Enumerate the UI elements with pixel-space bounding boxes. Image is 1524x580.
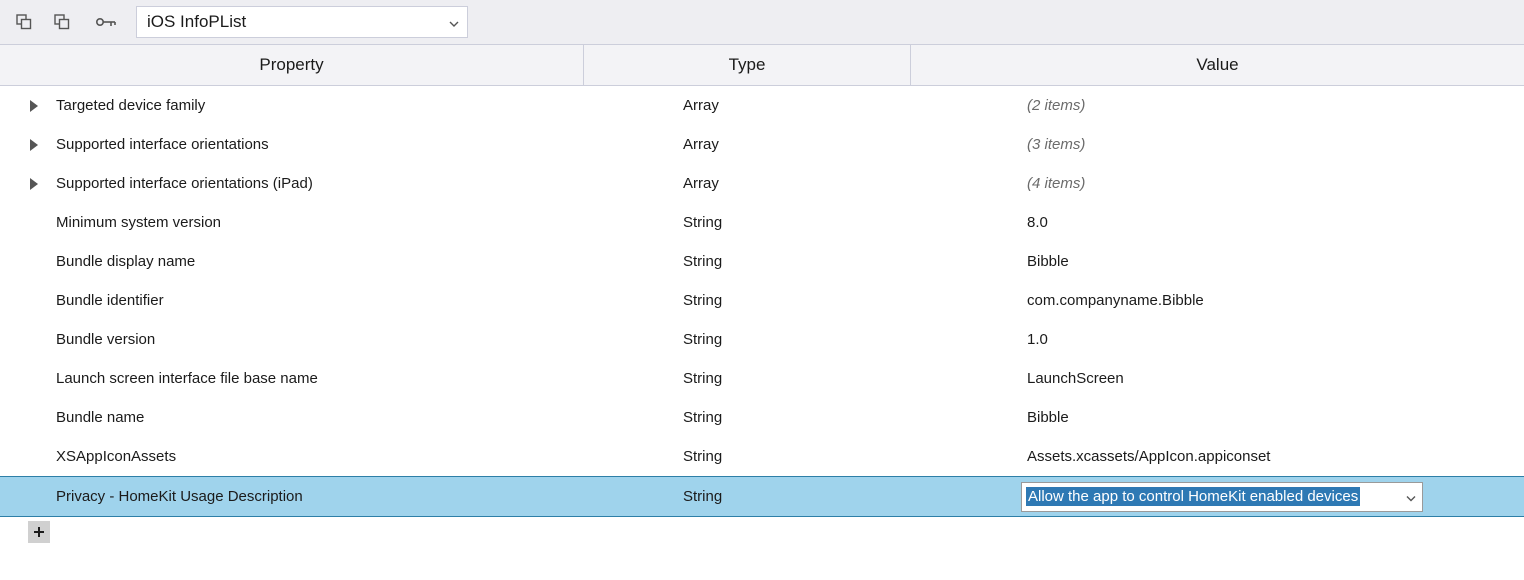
property-label: Launch screen interface file base name: [56, 370, 318, 387]
type-label: String: [683, 370, 722, 387]
property-cell[interactable]: XSAppIconAssets: [0, 437, 639, 476]
value-label: 1.0: [1027, 331, 1048, 348]
property-cell[interactable]: Launch screen interface file base name: [0, 359, 639, 398]
value-label: LaunchScreen: [1027, 370, 1124, 387]
value-label: Bibble: [1027, 253, 1069, 270]
property-cell[interactable]: Bundle display name: [0, 242, 639, 281]
type-cell[interactable]: Array: [639, 164, 1009, 203]
value-label: (4 items): [1027, 175, 1085, 192]
header-type[interactable]: Type: [584, 45, 911, 85]
expand-triangle-icon[interactable]: [30, 139, 38, 151]
expand-triangle-icon[interactable]: [30, 100, 38, 112]
table-row[interactable]: Bundle identifier String com.companyname.B…: [0, 281, 1524, 320]
property-cell[interactable]: Privacy - HomeKit Usage Description: [0, 477, 639, 516]
value-label: (3 items): [1027, 136, 1085, 153]
value-cell[interactable]: LaunchScreen: [1009, 359, 1524, 398]
property-cell[interactable]: Bundle version: [0, 320, 639, 359]
table-row[interactable]: Supported interface orientations (iPad) A…: [0, 164, 1524, 203]
value-cell[interactable]: 8.0: [1009, 203, 1524, 242]
property-label: Supported interface orientations (iPad): [56, 175, 313, 192]
type-cell[interactable]: String: [639, 437, 1009, 476]
property-cell[interactable]: Supported interface orientations (iPad): [0, 164, 639, 203]
type-cell[interactable]: String: [639, 320, 1009, 359]
table-row[interactable]: Bundle name String Bibble: [0, 398, 1524, 437]
property-cell[interactable]: Targeted device family: [0, 86, 639, 125]
type-label: String: [683, 488, 722, 505]
property-cell[interactable]: Bundle name: [0, 398, 639, 437]
type-label: Array: [683, 175, 719, 192]
property-label: XSAppIconAssets: [56, 448, 176, 465]
column-headers: Property Type Value: [0, 45, 1524, 86]
table-row[interactable]: Privacy - HomeKit Usage Description Strin…: [0, 476, 1524, 517]
property-label: Bundle identifier: [56, 292, 164, 309]
table-row[interactable]: Targeted device family Array (2 items): [0, 86, 1524, 125]
property-label: Targeted device family: [56, 97, 205, 114]
type-cell[interactable]: String: [639, 281, 1009, 320]
type-label: String: [683, 214, 722, 231]
property-label: Privacy - HomeKit Usage Description: [56, 488, 303, 505]
type-cell[interactable]: Array: [639, 125, 1009, 164]
type-cell[interactable]: String: [639, 242, 1009, 281]
property-cell[interactable]: Bundle identifier: [0, 281, 639, 320]
scope-dropdown[interactable]: iOS InfoPList: [136, 6, 468, 38]
type-label: String: [683, 331, 722, 348]
property-cell[interactable]: Supported interface orientations: [0, 125, 639, 164]
table-row[interactable]: Supported interface orientations Array (3 …: [0, 125, 1524, 164]
table-row[interactable]: XSAppIconAssets String Assets.xcassets/App…: [0, 437, 1524, 476]
value-label: Bibble: [1027, 409, 1069, 426]
value-label: com.companyname.Bibble: [1027, 292, 1204, 309]
value-label: (2 items): [1027, 97, 1085, 114]
property-label: Supported interface orientations: [56, 136, 269, 153]
value-cell[interactable]: Bibble: [1009, 242, 1524, 281]
property-label: Bundle name: [56, 409, 144, 426]
header-property-label: Property: [259, 55, 323, 75]
header-type-label: Type: [729, 55, 766, 75]
type-label: String: [683, 292, 722, 309]
type-cell[interactable]: String: [639, 203, 1009, 242]
value-cell[interactable]: (3 items): [1009, 125, 1524, 164]
header-value-label: Value: [1196, 55, 1238, 75]
property-label: Bundle version: [56, 331, 155, 348]
type-cell[interactable]: String: [639, 477, 1009, 516]
value-cell[interactable]: com.companyname.Bibble: [1009, 281, 1524, 320]
type-label: Array: [683, 97, 719, 114]
value-editor-text: Allow the app to control HomeKit enabled…: [1026, 487, 1360, 506]
value-cell[interactable]: Allow the app to control HomeKit enabled…: [1009, 477, 1524, 516]
property-cell[interactable]: Minimum system version: [0, 203, 639, 242]
expand-triangle-icon[interactable]: [30, 178, 38, 190]
chevron-down-icon[interactable]: [1406, 488, 1416, 505]
property-label: Bundle display name: [56, 253, 195, 270]
table-row[interactable]: Bundle display name String Bibble: [0, 242, 1524, 281]
plist-rows: Targeted device family Array (2 items) Supp…: [0, 86, 1524, 517]
type-label: String: [683, 253, 722, 270]
header-value[interactable]: Value: [911, 45, 1524, 85]
header-property[interactable]: Property: [0, 45, 584, 85]
table-row[interactable]: Launch screen interface file base name St…: [0, 359, 1524, 398]
value-cell[interactable]: 1.0: [1009, 320, 1524, 359]
value-cell[interactable]: (2 items): [1009, 86, 1524, 125]
value-cell[interactable]: Bibble: [1009, 398, 1524, 437]
value-label: 8.0: [1027, 214, 1048, 231]
property-label: Minimum system version: [56, 214, 221, 231]
type-cell[interactable]: Array: [639, 86, 1009, 125]
value-cell[interactable]: Assets.xcassets/AppIcon.appiconset: [1009, 437, 1524, 476]
type-label: String: [683, 448, 722, 465]
type-cell[interactable]: String: [639, 398, 1009, 437]
collapse-all-icon[interactable]: [48, 8, 76, 36]
type-cell[interactable]: String: [639, 359, 1009, 398]
value-label: Assets.xcassets/AppIcon.appiconset: [1027, 448, 1270, 465]
table-row[interactable]: Bundle version String 1.0: [0, 320, 1524, 359]
value-editor[interactable]: Allow the app to control HomeKit enabled…: [1021, 482, 1423, 512]
toolbar: iOS InfoPList: [0, 0, 1524, 45]
chevron-down-icon: [449, 12, 459, 32]
add-property-button[interactable]: [28, 521, 50, 543]
expand-all-icon[interactable]: [10, 8, 38, 36]
value-cell[interactable]: (4 items): [1009, 164, 1524, 203]
key-icon[interactable]: [92, 8, 120, 36]
type-label: Array: [683, 136, 719, 153]
add-row: [0, 517, 1524, 547]
type-label: String: [683, 409, 722, 426]
table-row[interactable]: Minimum system version String 8.0: [0, 203, 1524, 242]
scope-dropdown-label: iOS InfoPList: [147, 12, 246, 32]
